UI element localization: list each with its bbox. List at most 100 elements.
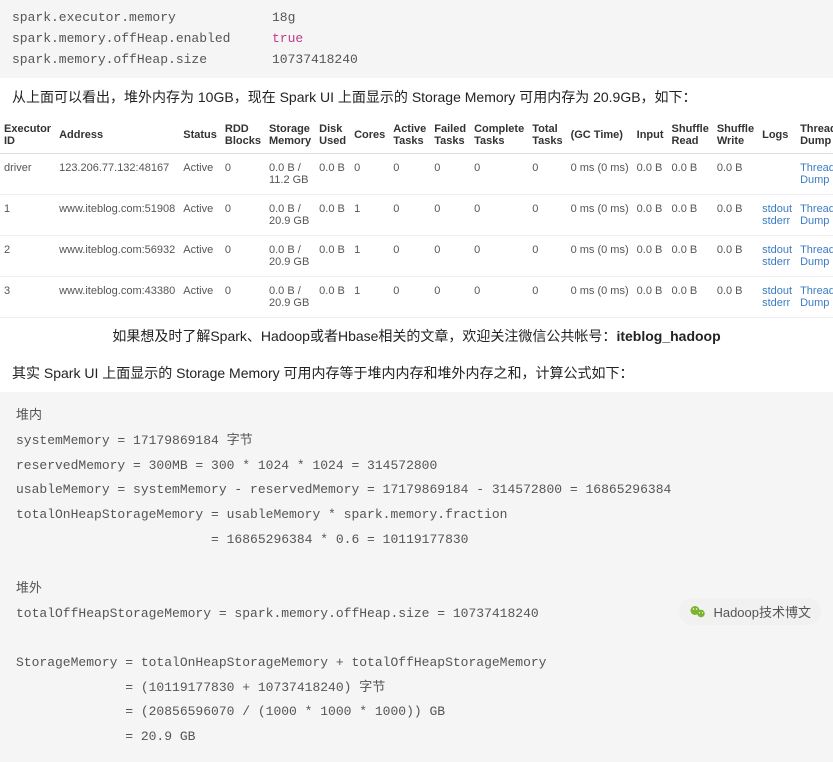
cell-thread-dump: Thread Dump	[796, 276, 833, 317]
watermark-text: Hadoop技术博文	[713, 602, 811, 621]
cell-shuffle-write: 0.0 B	[713, 153, 758, 194]
cell-executor-id: 1	[0, 194, 55, 235]
config-value: true	[272, 29, 303, 50]
promo-account: iteblog_hadoop	[616, 328, 720, 344]
thread-dump-link[interactable]: Thread Dump	[800, 203, 833, 227]
cell-executor-id: 3	[0, 276, 55, 317]
cell-shuffle-write: 0.0 B	[713, 194, 758, 235]
config-key: spark.memory.offHeap.enabled	[12, 29, 272, 50]
cell-complete-tasks: 0	[470, 153, 528, 194]
cell-complete-tasks: 0	[470, 235, 528, 276]
column-header: Storage Memory	[265, 117, 315, 154]
cell-rdd-blocks: 0	[221, 194, 265, 235]
cell-storage-memory: 0.0 B / 20.9 GB	[265, 194, 315, 235]
cell-input: 0.0 B	[633, 276, 668, 317]
cell-active-tasks: 0	[389, 235, 430, 276]
table-row: 1www.iteblog.com:51908Active00.0 B / 20.…	[0, 194, 833, 235]
cell-complete-tasks: 0	[470, 276, 528, 317]
cell-cores: 0	[350, 153, 389, 194]
cell-logs: stdoutstderr	[758, 276, 796, 317]
cell-address: 123.206.77.132:48167	[55, 153, 179, 194]
cell-address: www.iteblog.com:56932	[55, 235, 179, 276]
log-link-stdout[interactable]: stdout	[762, 285, 792, 297]
table-row: 2www.iteblog.com:56932Active00.0 B / 20.…	[0, 235, 833, 276]
column-header: Failed Tasks	[430, 117, 470, 154]
cell-rdd-blocks: 0	[221, 235, 265, 276]
cell-gc-time: 0 ms (0 ms)	[567, 235, 633, 276]
cell-input: 0.0 B	[633, 153, 668, 194]
cell-logs: stdoutstderr	[758, 235, 796, 276]
cell-failed-tasks: 0	[430, 235, 470, 276]
log-link-stderr[interactable]: stderr	[762, 297, 790, 309]
cell-failed-tasks: 0	[430, 153, 470, 194]
cell-cores: 1	[350, 276, 389, 317]
cell-shuffle-read: 0.0 B	[668, 153, 713, 194]
cell-active-tasks: 0	[389, 153, 430, 194]
cell-cores: 1	[350, 194, 389, 235]
cell-gc-time: 0 ms (0 ms)	[567, 153, 633, 194]
config-value: 10737418240	[272, 50, 358, 71]
column-header: Complete Tasks	[470, 117, 528, 154]
cell-status: Active	[179, 194, 221, 235]
cell-shuffle-write: 0.0 B	[713, 276, 758, 317]
cell-executor-id: driver	[0, 153, 55, 194]
cell-thread-dump: Thread Dump	[796, 153, 833, 194]
column-header: Status	[179, 117, 221, 154]
spark-config-block: spark.executor.memory18gspark.memory.off…	[0, 0, 833, 78]
cell-status: Active	[179, 235, 221, 276]
wechat-watermark: Hadoop技术博文	[679, 598, 821, 625]
column-header: Disk Used	[315, 117, 350, 154]
config-key: spark.executor.memory	[12, 8, 272, 29]
cell-gc-time: 0 ms (0 ms)	[567, 276, 633, 317]
thread-dump-link[interactable]: Thread Dump	[800, 162, 833, 186]
cell-total-tasks: 0	[528, 194, 566, 235]
log-link-stdout[interactable]: stdout	[762, 203, 792, 215]
cell-input: 0.0 B	[633, 235, 668, 276]
cell-failed-tasks: 0	[430, 194, 470, 235]
cell-address: www.iteblog.com:51908	[55, 194, 179, 235]
log-link-stderr[interactable]: stderr	[762, 215, 790, 227]
column-header: RDD Blocks	[221, 117, 265, 154]
cell-logs: stdoutstderr	[758, 194, 796, 235]
cell-disk-used: 0.0 B	[315, 235, 350, 276]
cell-total-tasks: 0	[528, 153, 566, 194]
column-header: (GC Time)	[567, 117, 633, 154]
log-link-stdout[interactable]: stdout	[762, 244, 792, 256]
cell-disk-used: 0.0 B	[315, 153, 350, 194]
column-header: Cores	[350, 117, 389, 154]
log-link-stderr[interactable]: stderr	[762, 256, 790, 268]
cell-active-tasks: 0	[389, 194, 430, 235]
cell-shuffle-read: 0.0 B	[668, 235, 713, 276]
table-row: 3www.iteblog.com:43380Active 0 0.0 B / 20.…	[0, 276, 833, 317]
cell-input: 0.0 B	[633, 194, 668, 235]
thread-dump-link[interactable]: Thread Dump	[800, 285, 833, 309]
table-row: driver123.206.77.132:48167Active00.0 B /…	[0, 153, 833, 194]
promo-text: 如果想及时了解Spark、Hadoop或者Hbase相关的文章，欢迎关注微信公共…	[112, 328, 616, 344]
cell-status: Active	[179, 153, 221, 194]
cell-thread-dump: Thread Dump	[796, 235, 833, 276]
cell-total-tasks: 0	[528, 235, 566, 276]
promo-line: 如果想及时了解Spark、Hadoop或者Hbase相关的文章，欢迎关注微信公共…	[0, 318, 833, 354]
cell-total-tasks: 0	[528, 276, 566, 317]
column-header: Executor ID	[0, 117, 55, 154]
cell-shuffle-read: 0.0 B	[668, 194, 713, 235]
executors-table: Executor IDAddressStatusRDD BlocksStorag…	[0, 117, 833, 318]
cell-storage-memory: 0.0 B / 20.9 GB	[265, 276, 315, 317]
thread-dump-link[interactable]: Thread Dump	[800, 244, 833, 268]
cell-shuffle-read: 0.0 B	[668, 276, 713, 317]
column-header: Logs	[758, 117, 796, 154]
column-header: Total Tasks	[528, 117, 566, 154]
column-header: Address	[55, 117, 179, 154]
cell-cores: 1	[350, 235, 389, 276]
cell-disk-used: 0.0 B	[315, 194, 350, 235]
cell-disk-used: 0.0 B	[315, 276, 350, 317]
cell-active-tasks: 0	[389, 276, 430, 317]
calculation-block: 堆内 systemMemory = 17179869184 字节 reserve…	[0, 392, 833, 762]
cell-status: Active	[179, 276, 221, 317]
column-header: Input	[633, 117, 668, 154]
cell-rdd-blocks: 0	[221, 153, 265, 194]
cell-executor-id: 2	[0, 235, 55, 276]
cell-storage-memory: 0.0 B / 11.2 GB	[265, 153, 315, 194]
cell-logs	[758, 153, 796, 194]
cell-address: www.iteblog.com:43380	[55, 276, 179, 317]
